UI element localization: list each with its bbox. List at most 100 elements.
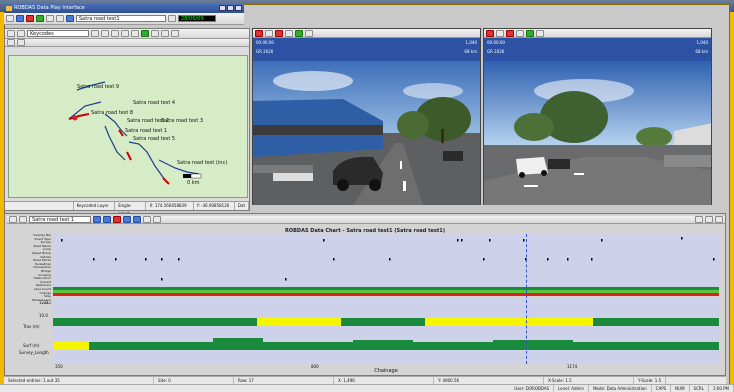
- status-site: Site: 0: [154, 377, 234, 384]
- extent-icon[interactable]: [151, 30, 159, 37]
- measure-icon[interactable]: [131, 30, 139, 37]
- save-icon[interactable]: [265, 29, 273, 37]
- video-header: 00:00:00 GR 2026 1,040 68 km: [253, 38, 480, 61]
- status-user: User: DOROBDAS: [510, 385, 555, 392]
- stop-icon[interactable]: [506, 29, 514, 37]
- status-selected: Selected entries: 1 out 35: [4, 377, 154, 384]
- map-subtoolbar: [5, 39, 249, 47]
- step-forward-button[interactable]: [46, 15, 54, 22]
- close-video-icon[interactable]: [255, 29, 263, 37]
- refresh-icon[interactable]: [141, 30, 149, 37]
- axis-label: 12.0: [39, 300, 48, 305]
- rewind-button[interactable]: [6, 15, 14, 22]
- map-label: Satra road test 4: [133, 100, 176, 106]
- track-labels: Overlay Bar Event Type Survey Road Name Ju…: [31, 233, 51, 306]
- map-scale: 0 km: [187, 180, 200, 186]
- map-status-bar: Keycoded Layer Single-select X: 174.5664…: [5, 201, 250, 216]
- zoom-out-icon[interactable]: [101, 30, 109, 37]
- x-axis-label: Chainage: [374, 368, 398, 374]
- fast-forward-button[interactable]: [56, 15, 64, 22]
- select-icon[interactable]: [17, 30, 25, 37]
- position-cursor-line[interactable]: [526, 234, 527, 364]
- prev-icon[interactable]: [103, 216, 111, 223]
- survey-select[interactable]: Satra road test1: [76, 15, 166, 22]
- layer-select[interactable]: Keycodes: [27, 30, 89, 37]
- window-controls: [219, 5, 242, 11]
- status-x: X: 1,496: [334, 377, 434, 384]
- forward-icon[interactable]: [305, 29, 313, 37]
- play-icon[interactable]: [295, 29, 303, 37]
- zoom-in-icon[interactable]: [91, 30, 99, 37]
- chart-filter-icon[interactable]: [19, 216, 27, 223]
- step-back-button[interactable]: [16, 15, 24, 22]
- record-button[interactable]: [66, 15, 74, 22]
- identify-icon[interactable]: [121, 30, 129, 37]
- chart-minimize-icon[interactable]: [695, 216, 703, 223]
- export-icon[interactable]: [171, 30, 179, 37]
- chart-close-icon[interactable]: [715, 216, 723, 223]
- status-num: NUM: [671, 385, 690, 392]
- video-header: 00:00:00 GR 2026 1,040 68 km: [484, 38, 711, 61]
- pan-icon[interactable]: [111, 30, 119, 37]
- chart-refresh-icon[interactable]: [9, 216, 17, 223]
- forward-icon[interactable]: [536, 29, 544, 37]
- map-status-y: Y: -36.90858126: [194, 202, 235, 210]
- app-icon: [6, 6, 12, 11]
- export-chart-icon[interactable]: [153, 216, 161, 223]
- first-icon[interactable]: [93, 216, 101, 223]
- close-icon[interactable]: [235, 5, 242, 11]
- stop-button[interactable]: [26, 15, 34, 22]
- map-label: Satra road test (inc): [177, 160, 228, 166]
- street-scene-image: [484, 61, 711, 205]
- status-time: 1:00 PM: [709, 385, 734, 392]
- play-button[interactable]: [36, 15, 44, 22]
- next-icon[interactable]: [123, 216, 131, 223]
- window-title: ROBDAS Data Play Interface: [14, 5, 85, 11]
- last-icon[interactable]: [133, 216, 141, 223]
- status-row: Row: 17: [234, 377, 334, 384]
- close-video-icon[interactable]: [486, 29, 494, 37]
- play-window-titlebar[interactable]: ROBDAS Data Play Interface: [4, 4, 244, 13]
- chart-status-bar: Selected entries: 1 out 35 Site: 0 Row: …: [4, 376, 726, 384]
- data-chart-panel: Satra road test 1 ROBDAS Data Chart - Sa…: [4, 213, 726, 376]
- play-icon[interactable]: [526, 29, 534, 37]
- chart-survey-select[interactable]: Satra road test 1: [29, 216, 91, 223]
- chart-stop-icon[interactable]: [113, 216, 121, 223]
- map-panel: Keycodes Satra road test 9 Satra road te…: [4, 28, 250, 216]
- map-label: Satra road test 5: [133, 136, 176, 142]
- layer-icon[interactable]: [7, 30, 15, 37]
- street-scene-image: [253, 61, 480, 205]
- chart-maximize-icon[interactable]: [705, 216, 713, 223]
- data-track[interactable]: [53, 298, 719, 364]
- play-toolbar: Satra road test1 28/06/09: [4, 13, 244, 25]
- minimize-icon[interactable]: [219, 5, 226, 11]
- map-label: Satra road test 3: [161, 118, 204, 124]
- settings-icon[interactable]: [285, 29, 293, 37]
- axis-label: Trav (m): [23, 324, 40, 329]
- zoom-chart-icon[interactable]: [143, 216, 151, 223]
- video-panel-right: 00:00:00 GR 2026 1,040 68 km: [483, 28, 712, 205]
- grid-icon[interactable]: [17, 39, 25, 46]
- play-date-field[interactable]: 28/06/09: [178, 15, 216, 22]
- dropdown-arrow-icon[interactable]: [168, 15, 176, 22]
- status-level: Level: Admin: [554, 385, 590, 392]
- map-toolbar: Keycodes: [5, 29, 249, 39]
- stop-icon[interactable]: [275, 29, 283, 37]
- map-canvas[interactable]: Satra road test 9 Satra road test 8 Satr…: [8, 55, 248, 198]
- event-markers: [53, 237, 719, 296]
- data-bars: [53, 318, 719, 350]
- save-icon[interactable]: [496, 29, 504, 37]
- status-scrl: SCRL: [690, 385, 709, 392]
- event-track[interactable]: [53, 234, 719, 296]
- video-frame-right[interactable]: [484, 61, 711, 205]
- axis-label: Surf (m): [23, 343, 40, 348]
- print-icon[interactable]: [161, 30, 169, 37]
- map-status-x: X: 174.566458839: [146, 202, 194, 210]
- status-xscale: X-Scale: 1.5: [544, 377, 634, 384]
- settings-icon[interactable]: [516, 29, 524, 37]
- video-frame-left[interactable]: [253, 61, 480, 205]
- status-yscale: Y-Scale: 1.5: [634, 377, 667, 384]
- maximize-icon[interactable]: [227, 5, 234, 11]
- video-toolbar: [484, 29, 711, 38]
- home-icon[interactable]: [7, 39, 15, 46]
